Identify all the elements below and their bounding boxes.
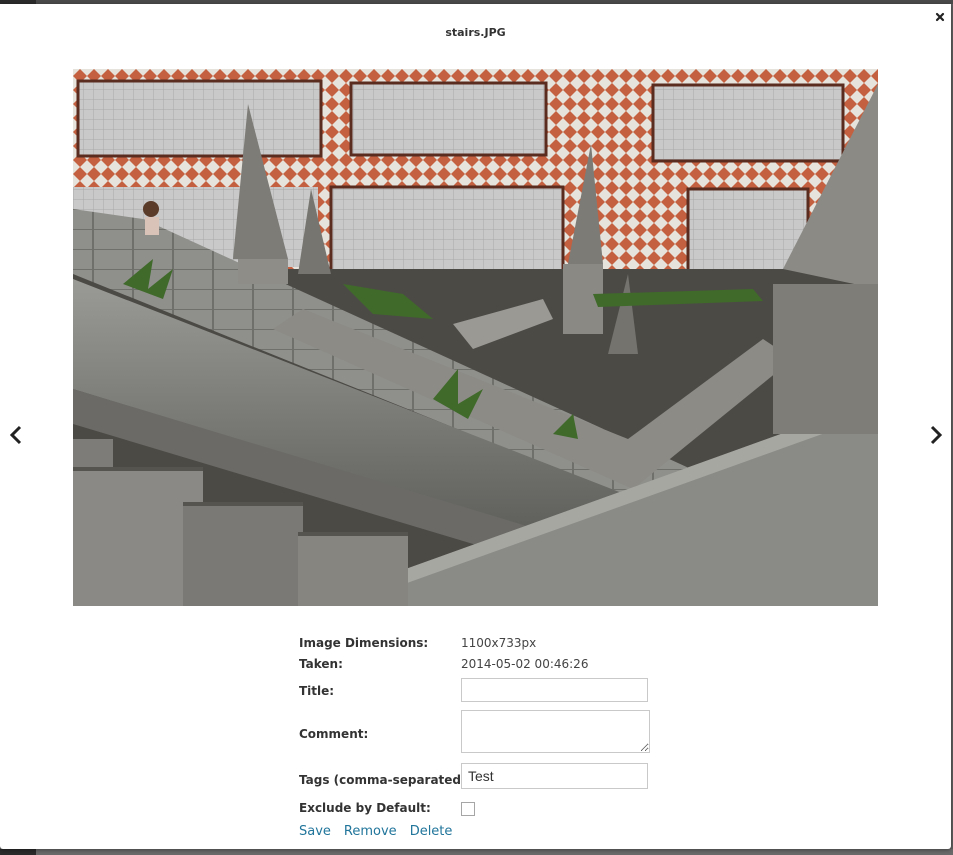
exclude-checkbox[interactable] <box>461 802 475 816</box>
taken-value: 2014-05-02 00:46:26 <box>461 657 589 671</box>
tags-label: Tags (comma-separated): <box>299 773 472 787</box>
delete-link[interactable]: Delete <box>410 824 453 839</box>
modal-title: stairs.JPG <box>445 26 506 39</box>
dimensions-value: 1100x733px <box>461 636 537 650</box>
comment-textarea[interactable] <box>461 710 650 753</box>
stairs-photo <box>73 69 878 606</box>
backdrop-bottom <box>0 849 953 855</box>
remove-link[interactable]: Remove <box>344 824 397 839</box>
title-label: Title: <box>299 684 335 698</box>
image-details-modal: stairs.JPG Image Dimensions: 1100x733px … <box>0 4 951 849</box>
chevron-right-icon[interactable] <box>928 424 944 446</box>
save-link[interactable]: Save <box>299 824 331 839</box>
chevron-left-icon[interactable] <box>8 424 24 446</box>
title-input[interactable] <box>461 678 648 702</box>
close-icon[interactable] <box>934 8 946 22</box>
tags-input[interactable] <box>461 763 648 789</box>
action-links: Save Remove Delete <box>299 824 465 839</box>
exclude-label: Exclude by Default: <box>299 801 431 815</box>
comment-label: Comment: <box>299 727 369 741</box>
taken-label: Taken: <box>299 657 343 671</box>
dimensions-label: Image Dimensions: <box>299 636 429 650</box>
